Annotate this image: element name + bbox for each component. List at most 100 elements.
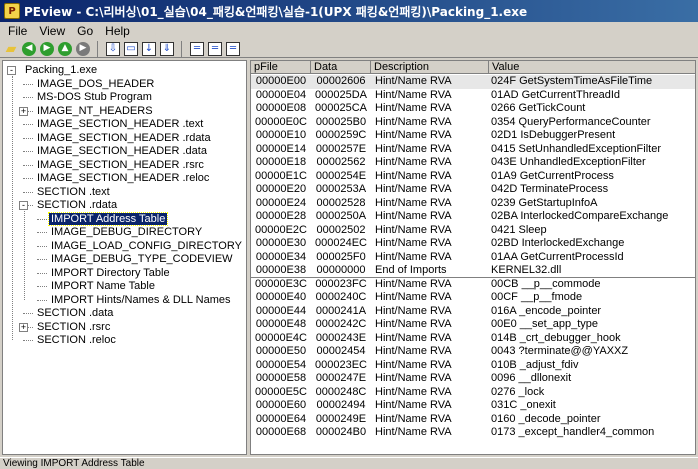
- tree-item[interactable]: IMAGE_DEBUG_DIRECTORY: [49, 226, 204, 239]
- goto-button[interactable]: ↓: [141, 41, 157, 57]
- tree-item[interactable]: IMAGE_SECTION_HEADER .text: [35, 118, 205, 131]
- cell-description: Hint/Name RVA: [375, 250, 452, 263]
- menu-file[interactable]: File: [2, 24, 33, 38]
- cell-data: 0000253A: [315, 183, 367, 195]
- cell-value: 00CF __p__fmode: [491, 291, 583, 303]
- table-row[interactable]: 00000E3C 000023FC Hint/Name RVA 00CB __p__c…: [251, 277, 695, 292]
- view-dwords-button[interactable]: ═: [225, 41, 241, 57]
- tree-item[interactable]: SECTION .rdata: [35, 199, 119, 212]
- forward-button[interactable]: ▶: [39, 41, 55, 57]
- tree-item[interactable]: IMPORT Address Table: [47, 211, 169, 226]
- back-button[interactable]: ◀: [21, 41, 37, 57]
- tree-item[interactable]: IMAGE_LOAD_CONFIG_DIRECTORY: [49, 240, 244, 253]
- goto-end-button[interactable]: ⇓: [159, 41, 175, 57]
- cell-description: Hint/Name RVA: [375, 196, 452, 209]
- table-row[interactable]: 00000E04 000025DA Hint/Name RVA 01AD GetCur…: [251, 88, 695, 103]
- table-row[interactable]: 00000E30 000024EC Hint/Name RVA 02BD Interl…: [251, 237, 695, 251]
- tree-item[interactable]: IMAGE_SECTION_HEADER .rsrc: [35, 159, 206, 172]
- table-row[interactable]: 00000E28 0000250A Hint/Name RVA 02BA Interl…: [251, 210, 695, 224]
- table-row[interactable]: 00000E5C 0000248C Hint/Name RVA 0276 _lock: [251, 385, 695, 400]
- cell-value: KERNEL32.dll: [491, 264, 562, 276]
- structure-tree[interactable]: Packing_1.exe - IMAGE_DOS_HEADER MS-DOS Stu…: [2, 60, 247, 455]
- cell-data: 0000257E: [315, 142, 367, 155]
- table-row[interactable]: 00000E10 0000259C Hint/Name RVA 02D1 IsDebu…: [251, 129, 695, 143]
- table-row[interactable]: 00000E64 0000249E Hint/Name RVA 0160 _decod…: [251, 413, 695, 427]
- tree-item[interactable]: SECTION .text: [35, 186, 112, 199]
- collapse-icon[interactable]: -: [7, 66, 16, 75]
- column-pfile[interactable]: pFile: [251, 61, 311, 74]
- expand-icon[interactable]: +: [19, 106, 28, 116]
- table-row[interactable]: 00000E1C 0000254E Hint/Name RVA 01A9 GetCur…: [251, 169, 695, 184]
- cell-pfile: 00000E18: [255, 156, 307, 168]
- cell-value: 024F GetSystemTimeAsFileTime: [491, 75, 653, 87]
- expand-icon[interactable]: +: [19, 322, 28, 332]
- tree-item[interactable]: SECTION .rsrc: [35, 321, 112, 334]
- table-row[interactable]: 00000E34 000025F0 Hint/Name RVA 01AA GetCur…: [251, 250, 695, 265]
- tree-item[interactable]: IMAGE_SECTION_HEADER .reloc: [35, 172, 211, 185]
- toolbar-separator: [181, 40, 187, 57]
- tree-item[interactable]: SECTION .data: [35, 307, 115, 320]
- table-row[interactable]: 00000E68 000024B0 Hint/Name RVA 0173 _excep…: [251, 426, 695, 440]
- table-row[interactable]: 00000E48 0000242C Hint/Name RVA 00E0 __set_…: [251, 318, 695, 332]
- tree-item[interactable]: SECTION .reloc: [35, 334, 118, 347]
- table-row[interactable]: 00000E00 00002606 Hint/Name RVA 024F GetSys…: [251, 75, 695, 89]
- view-bytes-button[interactable]: ═: [189, 41, 205, 57]
- tree-item-label: IMAGE_SECTION_HEADER .data: [37, 145, 207, 157]
- table-row[interactable]: 00000E0C 000025B0 Hint/Name RVA 0354 QueryP…: [251, 115, 695, 130]
- tree-item[interactable]: IMPORT Directory Table: [49, 267, 172, 280]
- menu-view[interactable]: View: [33, 24, 71, 38]
- cell-data: 000023FC: [315, 277, 367, 290]
- cell-pfile: 00000E48: [255, 318, 307, 330]
- collapse-icon[interactable]: -: [19, 201, 28, 210]
- collapse-button[interactable]: ▭: [123, 41, 139, 57]
- table-row[interactable]: 00000E54 000023EC Hint/Name RVA 010B _adjus…: [251, 359, 695, 373]
- detail-list[interactable]: pFile Data Description Value 00000E00 000…: [250, 60, 696, 455]
- table-row[interactable]: 00000E24 00002528 Hint/Name RVA 0239 GetSta…: [251, 196, 695, 211]
- table-row[interactable]: 00000E08 000025CA Hint/Name RVA 0266 GetTic…: [251, 102, 695, 116]
- menu-go[interactable]: Go: [71, 24, 99, 38]
- tree-item[interactable]: Packing_1.exe: [23, 64, 99, 77]
- tree-item[interactable]: IMAGE_DEBUG_TYPE_CODEVIEW: [49, 253, 235, 266]
- tree-item[interactable]: IMPORT Hints/Names & DLL Names: [49, 294, 233, 307]
- cell-data: 00002454: [316, 345, 366, 357]
- expand-down-button[interactable]: ⇩: [105, 41, 121, 57]
- table-row[interactable]: 00000E58 0000247E Hint/Name RVA 0096 __dllo…: [251, 372, 695, 386]
- cell-description: Hint/Name RVA: [375, 102, 452, 114]
- cell-pfile: 00000E30: [255, 237, 307, 249]
- tree-connector: [37, 245, 47, 247]
- table-row[interactable]: 00000E18 00002562 Hint/Name RVA 043E Unhand…: [251, 156, 695, 170]
- next-button[interactable]: ▶: [75, 41, 91, 57]
- cell-value: 02D1 IsDebuggerPresent: [491, 129, 616, 141]
- cell-description: Hint/Name RVA: [375, 169, 452, 182]
- table-row[interactable]: 00000E4C 0000243E Hint/Name RVA 014B _crt_d…: [251, 332, 695, 346]
- view-bytes-icon: ═: [190, 41, 204, 56]
- table-row[interactable]: 00000E14 0000257E Hint/Name RVA 0415 SetUnh…: [251, 142, 695, 157]
- table-row[interactable]: 00000E60 00002494 Hint/Name RVA 031C _onexi…: [251, 399, 695, 413]
- tree-item[interactable]: MS-DOS Stub Program: [35, 91, 154, 104]
- table-row[interactable]: 00000E50 00002454 Hint/Name RVA 0043 ?termi…: [251, 345, 695, 359]
- menu-help[interactable]: Help: [99, 24, 136, 38]
- tree-item[interactable]: IMPORT Name Table: [49, 280, 157, 293]
- view-words-button[interactable]: ═: [207, 41, 223, 57]
- column-description[interactable]: Description: [371, 61, 489, 74]
- table-row[interactable]: 00000E20 0000253A Hint/Name RVA 042D Termin…: [251, 183, 695, 197]
- table-row[interactable]: 00000E40 0000240C Hint/Name RVA 00CF __p__f…: [251, 291, 695, 305]
- table-row[interactable]: 00000E2C 00002502 Hint/Name RVA 0421 Sleep: [251, 224, 695, 238]
- tree-item-label: Packing_1.exe: [25, 64, 98, 76]
- tree-item[interactable]: IMAGE_DOS_HEADER: [35, 78, 156, 91]
- up-button[interactable]: ▲: [57, 41, 73, 57]
- table-row[interactable]: 00000E38 00000000 End of Imports KERNEL32.d…: [251, 264, 695, 278]
- tree-item[interactable]: IMAGE_NT_HEADERS: [35, 105, 155, 118]
- cell-data: 000025DA: [315, 88, 367, 101]
- cell-data: 0000240C: [315, 291, 367, 303]
- cell-description: Hint/Name RVA: [375, 277, 452, 290]
- column-value[interactable]: Value: [489, 61, 695, 74]
- table-row[interactable]: 00000E44 0000241A Hint/Name RVA 016A _encod…: [251, 305, 695, 319]
- cell-value: 0276 _lock: [491, 385, 545, 398]
- open-folder-button[interactable]: ▰: [3, 41, 19, 57]
- cell-description: Hint/Name RVA: [375, 115, 452, 128]
- tree-item-label: SECTION .data: [37, 307, 114, 319]
- tree-item[interactable]: IMAGE_SECTION_HEADER .data: [35, 145, 209, 158]
- column-data[interactable]: Data: [311, 61, 371, 74]
- tree-item[interactable]: IMAGE_SECTION_HEADER .rdata: [35, 132, 213, 145]
